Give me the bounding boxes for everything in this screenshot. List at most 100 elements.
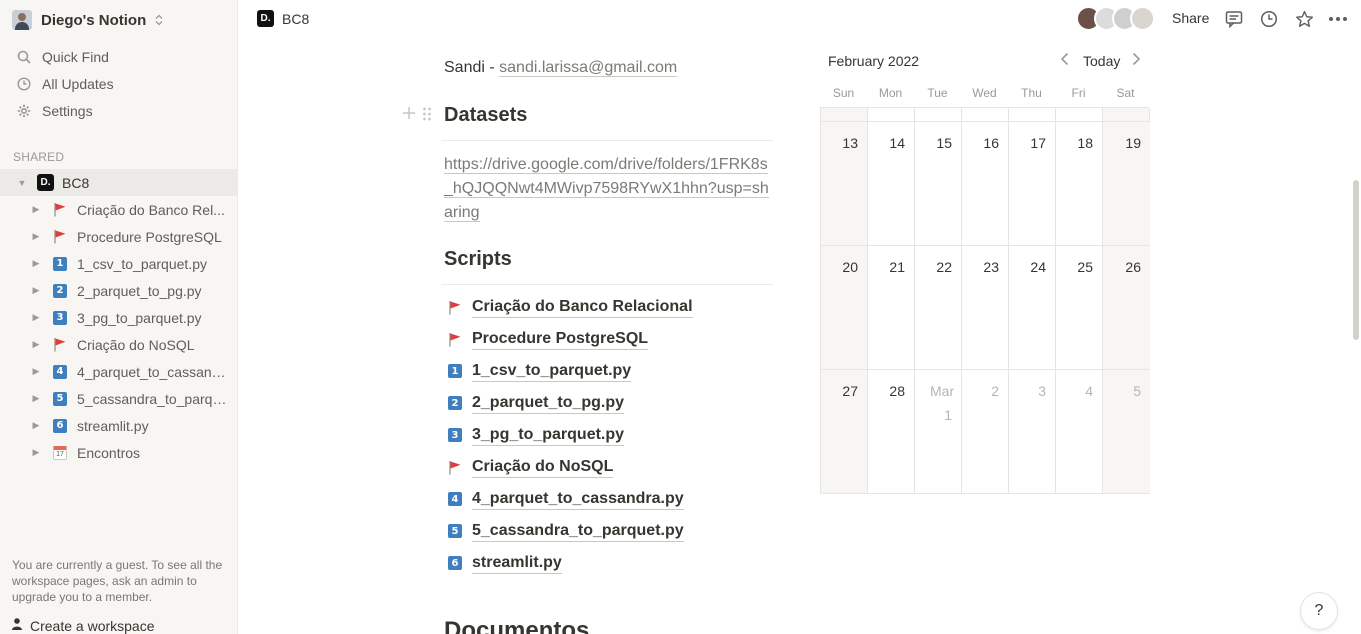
sidebar-page-item[interactable]: ▶ 4 4_parquet_to_cassand... — [0, 358, 238, 385]
datasets-drive-link[interactable]: https://drive.google.com/drive/folders/1… — [444, 153, 776, 225]
calendar-day-cell[interactable]: 14 — [868, 122, 915, 246]
calendar-day-cell[interactable]: 17 — [1009, 122, 1056, 246]
caret-right-icon[interactable]: ▶ — [29, 231, 43, 242]
sidebar-page-item[interactable]: ▶ 1 1_csv_to_parquet.py — [0, 250, 238, 277]
red-flag-icon — [51, 337, 69, 352]
calendar-day-cell[interactable]: 27 — [821, 370, 868, 494]
contact-email-link[interactable]: sandi.larissa@gmail.com — [499, 59, 678, 77]
calendar-prev-button[interactable] — [1060, 52, 1070, 69]
add-block-icon[interactable] — [402, 106, 416, 127]
more-options-icon[interactable] — [1328, 9, 1348, 29]
clock-icon — [15, 76, 33, 91]
star-icon[interactable] — [1294, 9, 1314, 29]
settings-item[interactable]: Settings — [0, 97, 238, 124]
calendar-day-number: 22 — [936, 259, 952, 275]
bc8-logo-icon: D. — [37, 174, 54, 191]
script-page-link[interactable]: Criação do NoSQL — [446, 455, 614, 479]
calendar-today-button[interactable]: Today — [1083, 53, 1120, 69]
sidebar-item-label: Encontros — [77, 444, 141, 461]
calendar-day-number: 4 — [1085, 383, 1093, 399]
calendar-day-number: 3 — [1038, 383, 1046, 399]
datasets-heading: Datasets — [444, 104, 528, 126]
block-handle[interactable] — [402, 106, 432, 127]
sidebar: Diego's Notion Quick Find All Updates Se… — [0, 0, 238, 634]
calendar-day-cell[interactable] — [1009, 108, 1056, 122]
calendar-day-cell[interactable] — [868, 108, 915, 122]
drag-handle-icon[interactable] — [422, 106, 432, 127]
caret-right-icon[interactable]: ▶ — [29, 447, 43, 458]
script-page-link[interactable]: 3 3_pg_to_parquet.py — [446, 423, 625, 447]
sidebar-page-item[interactable]: ▶ 6 streamlit.py — [0, 412, 238, 439]
calendar-day-cell[interactable] — [1056, 108, 1103, 122]
workspace-avatar — [12, 10, 32, 30]
calendar-day-cell[interactable]: 26 — [1103, 246, 1150, 370]
calendar-day-cell[interactable]: 3 — [1009, 370, 1056, 494]
calendar-day-cell[interactable] — [915, 108, 962, 122]
collaborator-avatars[interactable] — [1076, 6, 1155, 31]
calendar-day-cell[interactable]: 5 — [1103, 370, 1150, 494]
calendar-day-cell[interactable]: 18 — [1056, 122, 1103, 246]
calendar-day-number: 20 — [842, 259, 858, 275]
calendar-day-cell[interactable]: Mar 1 — [915, 370, 962, 494]
calendar-weekday-label: Thu — [1021, 86, 1042, 100]
calendar-day-cell[interactable] — [1103, 108, 1150, 122]
gear-icon — [15, 104, 33, 118]
sidebar-page-item[interactable]: ▶ 17 Encontros — [0, 439, 238, 466]
caret-right-icon[interactable]: ▶ — [29, 366, 43, 377]
caret-down-icon[interactable]: ▼ — [15, 178, 29, 188]
all-updates-item[interactable]: All Updates — [0, 70, 238, 97]
sidebar-item-bc8[interactable]: ▼ D. BC8 — [0, 169, 238, 196]
script-page-link[interactable]: 5 5_cassandra_to_parquet.py — [446, 519, 684, 543]
calendar-day-cell[interactable]: 23 — [962, 246, 1009, 370]
caret-right-icon[interactable]: ▶ — [29, 258, 43, 269]
script-link-label: 3_pg_to_parquet.py — [472, 425, 625, 446]
sidebar-page-item[interactable]: ▶ 2 2_parquet_to_pg.py — [0, 277, 238, 304]
caret-right-icon[interactable]: ▶ — [29, 312, 43, 323]
calendar-day-cell[interactable]: 24 — [1009, 246, 1056, 370]
script-page-link[interactable]: Criação do Banco Relacional — [446, 295, 693, 319]
calendar-next-button[interactable] — [1131, 52, 1141, 69]
script-page-link[interactable]: 2 2_parquet_to_pg.py — [446, 391, 625, 415]
caret-right-icon[interactable]: ▶ — [29, 393, 43, 404]
sidebar-page-item[interactable]: ▶ Criação do Banco Rel... — [0, 196, 238, 223]
calendar-day-cell[interactable] — [962, 108, 1009, 122]
calendar-day-cell[interactable]: 21 — [868, 246, 915, 370]
script-page-link[interactable]: Procedure PostgreSQL — [446, 327, 649, 351]
calendar-day-cell[interactable]: 2 — [962, 370, 1009, 494]
quick-find-label: Quick Find — [42, 48, 109, 65]
number-badge-icon: 1 — [51, 256, 69, 271]
calendar-day-cell[interactable]: 4 — [1056, 370, 1103, 494]
calendar-day-cell[interactable]: 20 — [821, 246, 868, 370]
page-scrollbar[interactable] — [1353, 180, 1359, 340]
calendar-day-cell[interactable]: 22 — [915, 246, 962, 370]
caret-right-icon[interactable]: ▶ — [29, 339, 43, 350]
sidebar-page-item[interactable]: ▶ Procedure PostgreSQL — [0, 223, 238, 250]
script-page-link[interactable]: 6 streamlit.py — [446, 551, 562, 575]
help-button[interactable]: ? — [1301, 593, 1337, 629]
calendar-day-cell[interactable]: 19 — [1103, 122, 1150, 246]
create-workspace-button[interactable]: Create a workspace — [11, 617, 155, 634]
sidebar-page-item[interactable]: ▶ 3 3_pg_to_parquet.py — [0, 304, 238, 331]
calendar-day-cell[interactable]: 16 — [962, 122, 1009, 246]
sidebar-page-item[interactable]: ▶ Criação do NoSQL — [0, 331, 238, 358]
calendar-day-cell[interactable]: 28 — [868, 370, 915, 494]
history-clock-icon[interactable] — [1259, 9, 1279, 29]
avatar — [1130, 6, 1155, 31]
search-icon — [15, 50, 33, 64]
calendar-day-cell[interactable]: 13 — [821, 122, 868, 246]
script-page-link[interactable]: 1 1_csv_to_parquet.py — [446, 359, 632, 383]
calendar-day-cell[interactable]: 15 — [915, 122, 962, 246]
calendar-day-cell[interactable]: 25 — [1056, 246, 1103, 370]
caret-right-icon[interactable]: ▶ — [29, 285, 43, 296]
sidebar-page-item[interactable]: ▶ 5 5_cassandra_to_parqu... — [0, 385, 238, 412]
breadcrumb[interactable]: D. BC8 — [257, 10, 309, 27]
caret-right-icon[interactable]: ▶ — [29, 204, 43, 215]
calendar-day-cell[interactable] — [821, 108, 868, 122]
caret-right-icon[interactable]: ▶ — [29, 420, 43, 431]
script-page-link[interactable]: 4 4_parquet_to_cassandra.py — [446, 487, 684, 511]
number-badge-icon: 3 — [446, 428, 464, 442]
share-button[interactable]: Share — [1172, 10, 1209, 26]
workspace-switcher[interactable]: Diego's Notion — [12, 9, 163, 31]
quick-find-item[interactable]: Quick Find — [0, 43, 238, 70]
comment-icon[interactable] — [1224, 9, 1244, 29]
